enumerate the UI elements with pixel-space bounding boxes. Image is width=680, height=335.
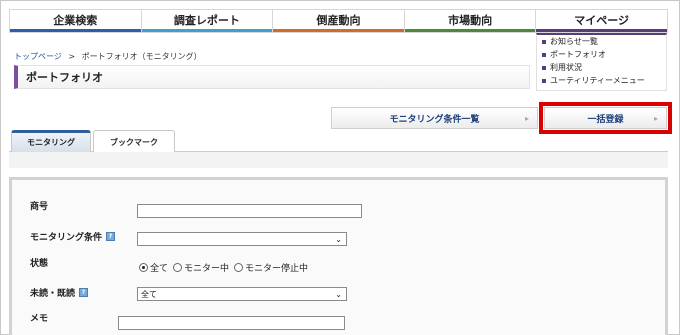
monitoring-condition-list-button[interactable]: モニタリング条件一覧 ▸ <box>331 107 538 129</box>
nav-color-bar <box>404 29 536 32</box>
company-name-label: 商号 <box>30 202 49 212</box>
nav-label: 企業検索 <box>53 14 98 27</box>
memo-input[interactable] <box>118 316 345 330</box>
status-radio-stopped[interactable]: モニター停止中 <box>234 261 308 274</box>
nav-color-bar <box>536 29 667 32</box>
read-status-label: 未読・既読 ? <box>30 286 89 299</box>
nav-market-trend[interactable]: 市場動向 <box>404 10 537 32</box>
button-label: モニタリング条件一覧 <box>389 114 480 125</box>
menu-item-notices[interactable]: お知らせ一覧 <box>537 35 666 48</box>
read-status-select[interactable]: 全て ⌄ <box>137 287 347 301</box>
tab-bookmark[interactable]: ブックマーク <box>93 130 175 153</box>
chevron-down-icon: ⌄ <box>335 235 342 244</box>
nav-color-bar <box>141 29 273 32</box>
mypage-dropdown-menu: お知らせ一覧 ポートフォリオ 利用状況 ユーティリティーメニュー <box>536 33 667 91</box>
radio-icon <box>234 263 244 272</box>
nav-color-bar <box>10 29 141 32</box>
memo-label: メモ <box>30 314 49 324</box>
chevron-right-icon: ▸ <box>524 114 529 123</box>
breadcrumb-current: ポートフォリオ（モニタリング） <box>81 52 202 61</box>
radio-checked-icon <box>139 263 148 272</box>
status-radio-all[interactable]: 全て <box>139 261 168 274</box>
breadcrumb: トップページ > ポートフォリオ（モニタリング） <box>14 51 202 62</box>
nav-label: 調査レポート <box>173 14 240 27</box>
monitoring-condition-label: モニタリング条件 ? <box>30 230 116 243</box>
menu-item-portfolio[interactable]: ポートフォリオ <box>537 48 666 61</box>
help-icon[interactable]: ? <box>79 288 89 297</box>
menu-item-label: ポートフォリオ <box>550 50 606 59</box>
nav-label: マイページ <box>574 14 630 27</box>
company-name-input[interactable] <box>137 204 362 218</box>
bullet-icon <box>542 65 546 70</box>
menu-item-label: お知らせ一覧 <box>550 37 598 46</box>
breadcrumb-home-link[interactable]: トップページ <box>14 52 62 61</box>
nav-mypage[interactable]: マイページ <box>536 10 667 32</box>
help-icon[interactable]: ? <box>106 232 116 241</box>
select-value: 全て <box>141 289 157 299</box>
radio-label: 全て <box>150 264 169 274</box>
radio-icon <box>173 263 183 272</box>
search-form-panel <box>9 177 668 335</box>
nav-label: 倒産動向 <box>316 14 361 27</box>
chevron-down-icon: ⌄ <box>335 290 342 299</box>
monitoring-condition-select[interactable]: ⌄ <box>137 232 347 246</box>
global-nav: 企業検索 調査レポート 倒産動向 市場動向 マイページ <box>9 9 668 33</box>
page-title: ポートフォリオ <box>14 65 530 89</box>
tab-monitoring[interactable]: モニタリング <box>11 130 91 152</box>
radio-label: モニター中 <box>184 264 230 274</box>
highlight-box <box>539 102 672 134</box>
nav-color-bar <box>273 29 404 32</box>
tab-content-header <box>9 152 668 168</box>
nav-bankruptcy-trend[interactable]: 倒産動向 <box>273 10 405 32</box>
breadcrumb-separator: > <box>68 52 76 61</box>
status-radio-group: 全て モニター中 モニター停止中 <box>139 261 313 274</box>
status-label: 状態 <box>30 259 49 269</box>
tab-label: ブックマーク <box>110 137 158 147</box>
bullet-icon <box>542 39 546 44</box>
bullet-icon <box>542 52 546 57</box>
tab-label: モニタリング <box>27 138 75 147</box>
menu-item-utility[interactable]: ユーティリティーメニュー <box>537 74 666 87</box>
radio-label: モニター停止中 <box>245 264 309 274</box>
nav-research-report[interactable]: 調査レポート <box>141 10 274 32</box>
nav-company-search[interactable]: 企業検索 <box>10 10 142 32</box>
menu-item-usage[interactable]: 利用状況 <box>537 61 666 74</box>
status-radio-monitoring[interactable]: モニター中 <box>173 261 229 274</box>
bullet-icon <box>542 78 546 83</box>
menu-item-label: 利用状況 <box>550 63 582 72</box>
nav-label: 市場動向 <box>448 14 493 27</box>
menu-item-label: ユーティリティーメニュー <box>550 76 645 85</box>
